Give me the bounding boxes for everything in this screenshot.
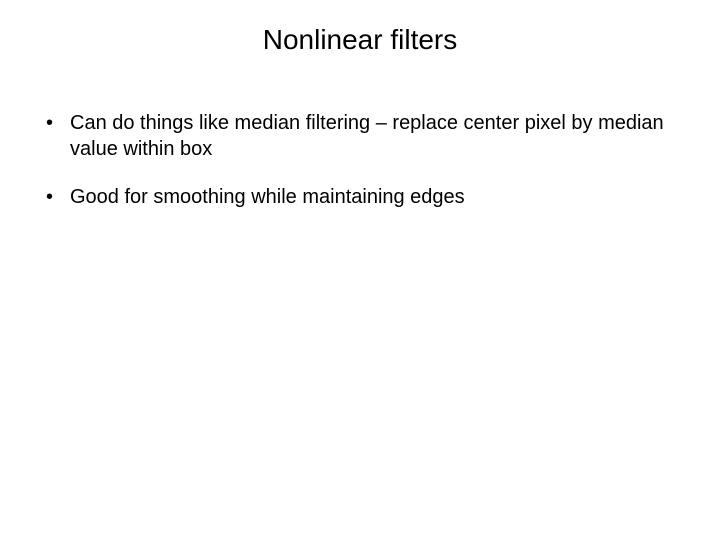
bullet-list: Can do things like median filtering – re… <box>40 110 680 210</box>
bullet-item: Can do things like median filtering – re… <box>40 110 680 162</box>
slide: Nonlinear filters Can do things like med… <box>0 0 720 540</box>
slide-body: Can do things like median filtering – re… <box>40 110 680 232</box>
slide-title: Nonlinear filters <box>0 24 720 56</box>
bullet-item: Good for smoothing while maintaining edg… <box>40 184 680 210</box>
